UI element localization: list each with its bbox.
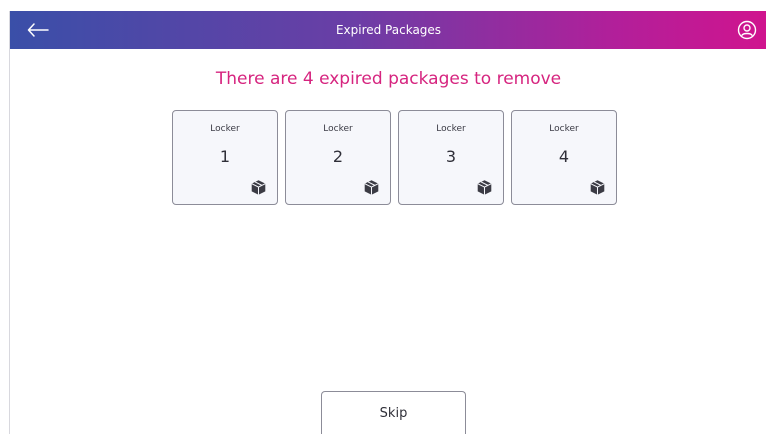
locker-label: Locker — [210, 124, 240, 134]
expired-packages-message: There are 4 expired packages to remove — [215, 69, 562, 89]
profile-button[interactable] — [737, 20, 757, 40]
package-icon — [251, 180, 266, 195]
locker-label: Locker — [436, 124, 466, 134]
user-circle-icon — [737, 20, 757, 40]
package-icon — [477, 180, 492, 195]
app-window: Expired Packages There are 4 expired pac… — [9, 11, 766, 434]
locker-card-4[interactable]: Locker 4 — [511, 110, 617, 205]
locker-card-1[interactable]: Locker 1 — [172, 110, 278, 205]
locker-label: Locker — [323, 124, 353, 134]
package-icon — [364, 180, 379, 195]
locker-card-2[interactable]: Locker 2 — [285, 110, 391, 205]
locker-list: Locker 1 Locker 2 Locker 3 Locker 4 — [172, 110, 617, 205]
locker-card-3[interactable]: Locker 3 — [398, 110, 504, 205]
header-bar: Expired Packages — [10, 11, 766, 49]
locker-number: 2 — [332, 147, 344, 166]
locker-label: Locker — [549, 124, 579, 134]
locker-number: 4 — [558, 147, 570, 166]
skip-button[interactable]: Skip — [321, 391, 466, 434]
locker-number: 1 — [219, 147, 231, 166]
page-title: Expired Packages — [335, 23, 442, 37]
locker-number: 3 — [445, 147, 457, 166]
package-icon — [590, 180, 605, 195]
